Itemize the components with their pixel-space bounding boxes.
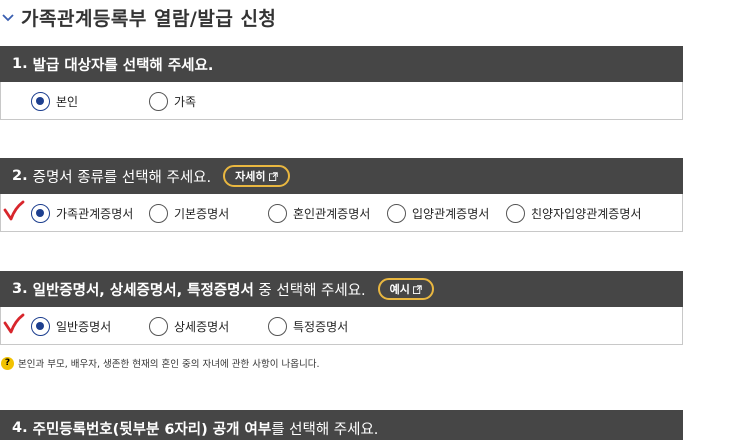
radio-option-family[interactable]: 가족 [149,82,196,120]
section-number: 3. [12,281,28,297]
radio-label: 가족 [174,94,197,109]
external-link-icon [268,171,278,181]
radio-label: 일반증명서 [56,319,112,334]
section-detail-level-header: 3. 일반증명서, 상세증명서, 특정증명서 중 선택해 주세요. 예시 [0,271,683,307]
radio-option-marriage[interactable]: 혼인관계증명서 [268,194,370,232]
section-detail-level: 3. 일반증명서, 상세증명서, 특정증명서 중 선택해 주세요. 예시 일반증… [0,271,683,345]
radio-label: 특정증명서 [293,319,349,334]
radio-option-adoption[interactable]: 입양관계증명서 [387,194,489,232]
section-heading-bold: 일반증명서, 상세증명서, 특정증명서 [32,282,254,299]
radio-label: 본인 [56,94,79,109]
page-title: 가족관계등록부 열람/발급 신청 [0,2,276,32]
example-button[interactable]: 예시 [377,278,434,300]
section-detail-level-options: 일반증명서 상세증명서 특정증명서 [0,307,683,345]
section-heading-rest: 중 선택해 주세요. [253,282,366,299]
section-number: 1. [12,56,28,72]
radio-label: 친양자입양관계증명서 [531,206,642,221]
radio-button[interactable] [268,203,287,223]
external-link-icon [412,284,422,294]
radio-label: 상세증명서 [174,319,230,334]
radio-button[interactable] [149,203,168,223]
section-heading: 증명서 종류를 선택해 주세요. [32,169,212,186]
radio-option-general[interactable]: 일반증명서 [31,307,111,345]
details-button[interactable]: 자세히 [223,165,290,187]
radio-option-basic[interactable]: 기본증명서 [149,194,229,232]
radio-button[interactable] [31,91,50,111]
example-button-label: 예시 [389,283,410,296]
section-target-header: 1. 발급 대상자를 선택해 주세요. [0,46,683,82]
check-mark-icon [3,313,25,334]
section-rrn-disclosure-header: 4. 주민등록번호(뒷부분 6자리) 공개 여부 를 선택해 주세요. [0,410,683,440]
section-certificate-type-header: 2. 증명서 종류를 선택해 주세요. 자세히 [0,158,683,194]
radio-button[interactable] [31,316,50,336]
section-certificate-type-options: 가족관계증명서 기본증명서 혼인관계증명서 입양관계증명서 친양자입양관계증명서 [0,194,683,232]
radio-label: 기본증명서 [174,206,230,221]
radio-button[interactable] [506,203,525,223]
radio-option-family-relation[interactable]: 가족관계증명서 [31,194,133,232]
section-target: 1. 발급 대상자를 선택해 주세요. 본인 가족 [0,46,683,120]
chevron-icon [2,14,14,22]
radio-option-detailed[interactable]: 상세증명서 [149,307,229,345]
section-heading: 발급 대상자를 선택해 주세요. [32,57,214,74]
section-number: 2. [12,168,28,184]
check-mark-icon [3,200,25,221]
radio-option-self[interactable]: 본인 [31,82,78,120]
radio-button[interactable] [268,316,287,336]
radio-label: 가족관계증명서 [56,206,134,221]
section-target-options: 본인 가족 [0,82,683,120]
radio-label: 입양관계증명서 [412,206,490,221]
section-heading-rest: 를 선택해 주세요. [271,421,379,438]
radio-button[interactable] [387,203,406,223]
radio-option-full-adoption[interactable]: 친양자입양관계증명서 [506,194,641,232]
section-number: 4. [12,420,28,436]
question-icon: ? [1,356,14,370]
section-rrn-disclosure: 4. 주민등록번호(뒷부분 6자리) 공개 여부 를 선택해 주세요. [0,410,683,440]
help-note: ? 본인과 부모, 배우자, 생존한 현재의 혼인 중의 자녀에 관한 사항이 … [1,356,319,370]
radio-label: 혼인관계증명서 [293,206,371,221]
radio-button[interactable] [149,316,168,336]
section-heading-bold: 주민등록번호(뒷부분 6자리) 공개 여부 [32,421,272,438]
details-button-label: 자세히 [235,170,266,183]
radio-option-specific[interactable]: 특정증명서 [268,307,348,345]
help-note-text: 본인과 부모, 배우자, 생존한 현재의 혼인 중의 자녀에 관한 사항이 나옵… [18,359,320,370]
radio-button[interactable] [149,91,168,111]
radio-button[interactable] [31,203,50,223]
page-title-text: 가족관계등록부 열람/발급 신청 [21,7,277,30]
section-certificate-type: 2. 증명서 종류를 선택해 주세요. 자세히 가족관계증명서 기본증명서 혼인… [0,158,683,232]
